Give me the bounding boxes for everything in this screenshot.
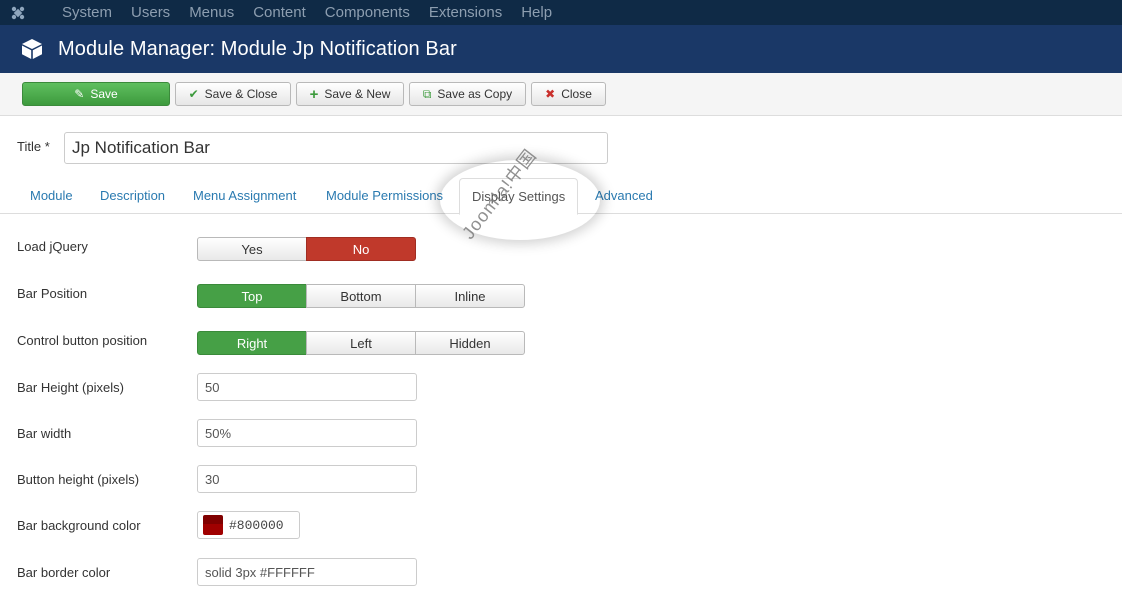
- cube-icon: [22, 39, 42, 59]
- nav-system[interactable]: System: [62, 0, 112, 25]
- save-button[interactable]: ✎ Save: [22, 82, 170, 106]
- bar-width-label: Bar width: [17, 426, 72, 441]
- control-position-right[interactable]: Right: [197, 331, 307, 355]
- nav-menus[interactable]: Menus: [189, 0, 234, 25]
- control-position-left[interactable]: Left: [306, 331, 416, 355]
- button-height-label: Button height (pixels): [17, 472, 140, 487]
- control-position-hidden[interactable]: Hidden: [415, 331, 525, 355]
- bar-border-color-input[interactable]: [197, 558, 417, 586]
- joomla-logo-icon[interactable]: [0, 0, 36, 25]
- load-jquery-yes[interactable]: Yes: [197, 237, 307, 261]
- bar-height-label: Bar Height (pixels): [17, 380, 124, 395]
- save-button-label: Save: [90, 87, 118, 101]
- save-new-label: Save & New: [324, 87, 391, 101]
- bar-position-inline[interactable]: Inline: [415, 284, 525, 308]
- bar-background-color-value: #800000: [229, 517, 284, 533]
- bar-position-label: Bar Position: [17, 286, 88, 301]
- save-new-button[interactable]: + Save & New: [296, 82, 404, 106]
- title-label: Title *: [17, 139, 50, 154]
- color-swatch: [203, 515, 223, 535]
- load-jquery-toggle: Yes No: [197, 237, 416, 261]
- tab-description[interactable]: Description: [100, 188, 165, 203]
- bar-background-color-picker[interactable]: #800000: [197, 511, 300, 539]
- nav-users[interactable]: Users: [131, 0, 170, 25]
- control-button-position-toggle: Right Left Hidden: [197, 331, 525, 355]
- nav-help[interactable]: Help: [521, 0, 552, 25]
- close-label: Close: [561, 87, 592, 101]
- control-button-position-label: Control button position: [17, 333, 148, 348]
- bar-position-bottom[interactable]: Bottom: [306, 284, 416, 308]
- plus-icon: +: [309, 85, 319, 103]
- button-height-input[interactable]: [197, 465, 417, 493]
- nav-content[interactable]: Content: [253, 0, 306, 25]
- page-header: Module Manager: Module Jp Notification B…: [0, 25, 1122, 73]
- save-copy-label: Save as Copy: [437, 87, 513, 101]
- edit-icon: ✎: [74, 87, 85, 101]
- page-title: Module Manager: Module Jp Notification B…: [58, 37, 457, 60]
- save-close-button[interactable]: ✔ Save & Close: [175, 82, 291, 106]
- tab-module[interactable]: Module: [30, 188, 73, 203]
- save-close-label: Save & Close: [204, 87, 278, 101]
- close-button[interactable]: ✖ Close: [531, 82, 606, 106]
- top-navigation: System Users Menus Content Components Ex…: [0, 0, 1122, 25]
- bar-height-input[interactable]: [197, 373, 417, 401]
- toolbar: ✎ Save ✔ Save & Close + Save & New ⧉ Sav…: [0, 73, 1122, 116]
- nav-components[interactable]: Components: [325, 0, 410, 25]
- bar-position-top[interactable]: Top: [197, 284, 307, 308]
- tab-advanced[interactable]: Advanced: [595, 188, 653, 203]
- load-jquery-no[interactable]: No: [306, 237, 416, 261]
- tab-menu-assignment[interactable]: Menu Assignment: [193, 188, 296, 203]
- tab-module-permissions[interactable]: Module Permissions: [326, 188, 443, 203]
- save-copy-button[interactable]: ⧉ Save as Copy: [409, 82, 526, 106]
- bar-border-color-label: Bar border color: [17, 565, 111, 580]
- load-jquery-label: Load jQuery: [17, 239, 88, 254]
- tab-bar: Module Description Menu Assignment Modul…: [0, 178, 1122, 215]
- copy-icon: ⧉: [422, 86, 432, 101]
- check-icon: ✔: [188, 87, 199, 101]
- bar-background-color-label: Bar background color: [17, 518, 141, 533]
- bar-width-input[interactable]: [197, 419, 417, 447]
- bar-position-toggle: Top Bottom Inline: [197, 284, 525, 308]
- cancel-icon: ✖: [545, 87, 556, 101]
- nav-extensions[interactable]: Extensions: [429, 0, 502, 25]
